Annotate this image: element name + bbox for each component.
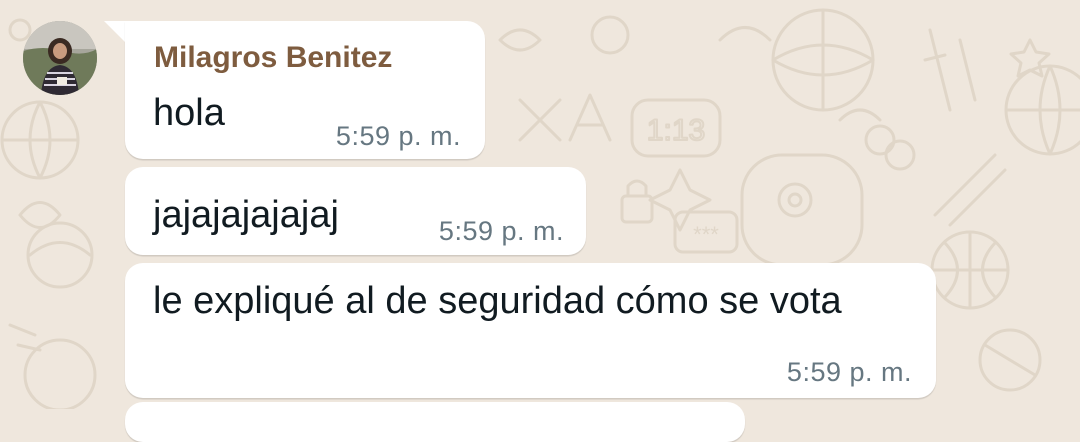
message-timestamp: 5:59 p. m. — [335, 121, 461, 151]
message-text: le expliqué al de seguridad cómo se vota — [153, 280, 842, 322]
message-text: jajajajajajaj — [153, 194, 339, 236]
sender-name[interactable]: Milagros Benitez — [154, 41, 392, 75]
profile-photo-icon — [23, 21, 97, 95]
message-timestamp: 5:59 p. m. — [786, 357, 912, 387]
bubble-tail — [104, 21, 126, 43]
message-bubble[interactable]: Milagros Benitez hola 5:59 p. m. — [125, 21, 485, 159]
message-bubble[interactable]: jajajajajajaj 5:59 p. m. — [125, 167, 586, 255]
message-bubble[interactable]: le expliqué al de seguridad cómo se vota… — [125, 263, 936, 398]
svg-text:1:13: 1:13 — [647, 114, 705, 147]
message-text: hola — [153, 92, 225, 134]
message-bubble-partial[interactable] — [125, 402, 745, 442]
svg-text:***: *** — [693, 222, 719, 247]
contact-avatar[interactable] — [23, 21, 97, 95]
message-timestamp: 5:59 p. m. — [438, 216, 564, 246]
